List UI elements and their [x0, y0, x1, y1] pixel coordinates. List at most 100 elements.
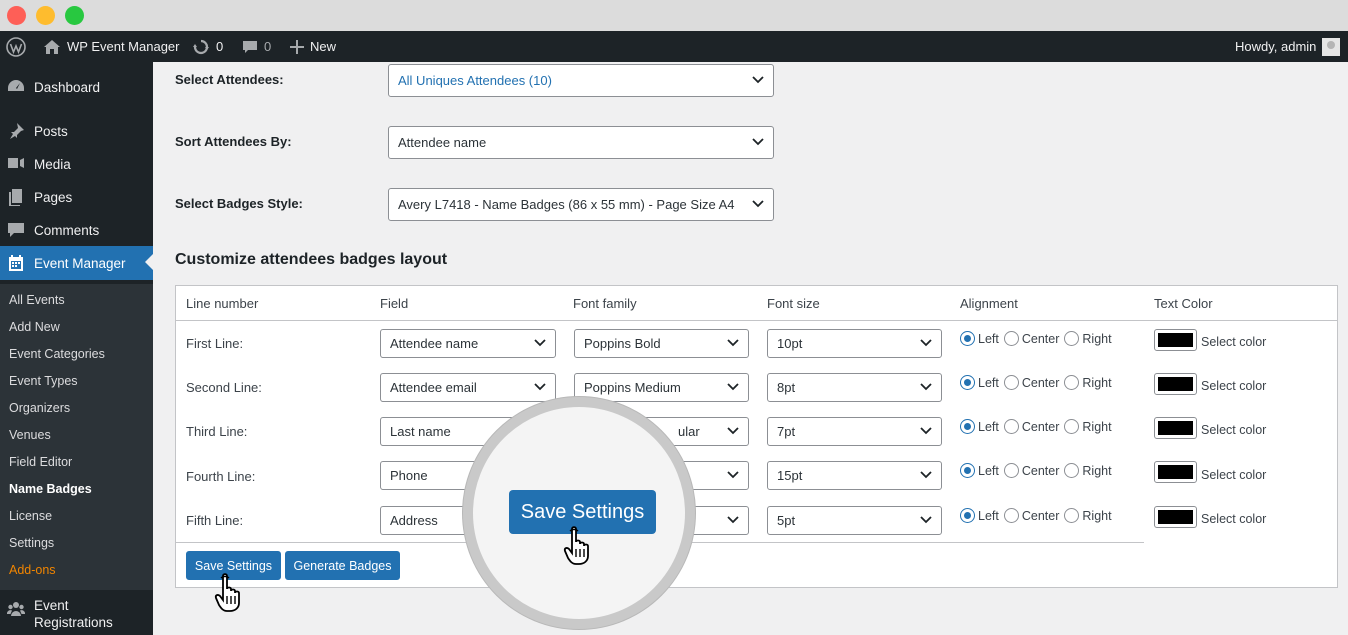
comment-icon: [6, 220, 26, 240]
alignment-radios: Left Center Right: [960, 419, 1117, 434]
radio-right-label: Right: [1082, 463, 1112, 478]
alignment-radios: Left Center Right: [960, 508, 1117, 523]
sort-attendees-label: Sort Attendees By:: [175, 134, 292, 149]
radio-left-label: Left: [978, 463, 999, 478]
radio-center[interactable]: [1003, 508, 1019, 523]
color-swatch-button[interactable]: [1154, 506, 1197, 528]
wordpress-logo-icon[interactable]: [6, 31, 26, 62]
site-name-link[interactable]: WP Event Manager: [43, 31, 179, 62]
submenu-name-badges[interactable]: Name Badges: [9, 482, 92, 496]
menu-dashboard[interactable]: Dashboard: [0, 70, 153, 104]
select-color-label[interactable]: Select color: [1201, 379, 1266, 393]
font-family-value: ular: [678, 424, 700, 439]
font-size-select[interactable]: 7pt: [767, 417, 942, 446]
chevron-down-icon: [534, 338, 546, 346]
select-color-label[interactable]: Select color: [1201, 335, 1266, 349]
row-label: Third Line:: [186, 424, 248, 439]
color-swatch-button[interactable]: [1154, 461, 1197, 483]
field-select[interactable]: Attendee name: [380, 329, 556, 358]
radio-center[interactable]: [1003, 463, 1019, 478]
radio-right[interactable]: [1064, 463, 1080, 478]
color-swatch-button[interactable]: [1154, 373, 1197, 395]
menu-label: Media: [34, 156, 71, 172]
new-content-link[interactable]: New: [290, 31, 336, 62]
close-window-button[interactable]: [7, 6, 26, 25]
submenu-add-ons[interactable]: Add-ons: [9, 563, 56, 577]
submenu-license[interactable]: License: [9, 509, 52, 523]
radio-left-label: Left: [978, 331, 999, 346]
submenu-settings[interactable]: Settings: [9, 536, 54, 550]
radio-right[interactable]: [1064, 331, 1080, 346]
font-size-select[interactable]: 8pt: [767, 373, 942, 402]
calendar-icon: [6, 253, 26, 273]
badges-style-dropdown[interactable]: Avery L7418 - Name Badges (86 x 55 mm) -…: [388, 188, 774, 221]
pages-icon: [6, 187, 26, 207]
radio-right-label: Right: [1082, 331, 1112, 346]
submenu-add-new[interactable]: Add New: [9, 320, 60, 334]
menu-media[interactable]: Media: [0, 147, 153, 181]
chevron-down-icon: [920, 426, 932, 434]
font-size-select[interactable]: 10pt: [767, 329, 942, 358]
font-family-select[interactable]: Poppins Bold: [574, 329, 749, 358]
radio-center[interactable]: [1003, 375, 1019, 390]
select-color-label[interactable]: Select color: [1201, 468, 1266, 482]
font-size-select[interactable]: 5pt: [767, 506, 942, 535]
menu-posts[interactable]: Posts: [0, 114, 153, 148]
menu-pages[interactable]: Pages: [0, 180, 153, 214]
radio-left[interactable]: [960, 463, 975, 478]
color-swatch-button[interactable]: [1154, 417, 1197, 439]
color-swatch-button[interactable]: [1154, 329, 1197, 351]
radio-left[interactable]: [960, 375, 975, 390]
radio-left[interactable]: [960, 419, 975, 434]
comments-count: 0: [264, 39, 272, 54]
comments-link[interactable]: 0: [242, 31, 271, 62]
select-color-label[interactable]: Select color: [1201, 423, 1266, 437]
site-name: WP Event Manager: [67, 39, 180, 54]
header-alignment: Alignment: [960, 296, 1018, 311]
menu-comments[interactable]: Comments: [0, 213, 153, 247]
radio-center[interactable]: [1003, 419, 1019, 434]
font-size-value: 8pt: [777, 380, 796, 395]
select-attendees-dropdown[interactable]: All Uniques Attendees (10): [388, 64, 774, 97]
menu-label: Event Registrations: [34, 597, 113, 631]
menu-event-registrations[interactable]: Event Registrations: [0, 597, 153, 635]
minimize-window-button[interactable]: [36, 6, 55, 25]
color-fill: [1158, 333, 1193, 347]
submenu-event-categories[interactable]: Event Categories: [9, 347, 105, 361]
font-size-select[interactable]: 15pt: [767, 461, 942, 490]
font-family-select[interactable]: Poppins Medium: [574, 373, 749, 402]
menu-event-manager[interactable]: Event Manager: [0, 246, 153, 280]
generate-badges-button[interactable]: Generate Badges: [285, 551, 400, 580]
radio-right-label: Right: [1082, 419, 1112, 434]
select-color-label[interactable]: Select color: [1201, 512, 1266, 526]
sort-attendees-dropdown[interactable]: Attendee name: [388, 126, 774, 159]
account-menu[interactable]: Howdy, admin: [1235, 31, 1341, 62]
header-text-color: Text Color: [1154, 296, 1213, 311]
submenu-all-events[interactable]: All Events: [9, 293, 65, 307]
dashboard-icon: [6, 77, 26, 97]
field-value: Attendee email: [390, 380, 477, 395]
radio-right-label: Right: [1082, 508, 1112, 523]
updates-link[interactable]: 0: [192, 31, 223, 62]
submenu-event-types[interactable]: Event Types: [9, 374, 78, 388]
radio-right[interactable]: [1064, 419, 1080, 434]
radio-left[interactable]: [960, 508, 975, 523]
submenu-field-editor[interactable]: Field Editor: [9, 455, 72, 469]
field-select[interactable]: Attendee email: [380, 373, 556, 402]
submenu-venues[interactable]: Venues: [9, 428, 51, 442]
radio-left[interactable]: [960, 331, 975, 346]
radio-right[interactable]: [1064, 375, 1080, 390]
radio-center[interactable]: [1003, 331, 1019, 346]
updates-icon: [193, 39, 209, 54]
chevron-down-icon: [727, 470, 739, 478]
radio-right[interactable]: [1064, 508, 1080, 523]
maximize-window-button[interactable]: [65, 6, 84, 25]
menu-label-line1: Event: [34, 598, 69, 613]
submenu-organizers[interactable]: Organizers: [9, 401, 70, 415]
sort-attendees-value: Attendee name: [398, 135, 487, 150]
new-label: New: [310, 39, 337, 54]
menu-label: Comments: [34, 222, 100, 238]
header-divider: [176, 320, 1337, 321]
chevron-down-icon: [727, 515, 739, 523]
font-size-value: 5pt: [777, 513, 796, 528]
